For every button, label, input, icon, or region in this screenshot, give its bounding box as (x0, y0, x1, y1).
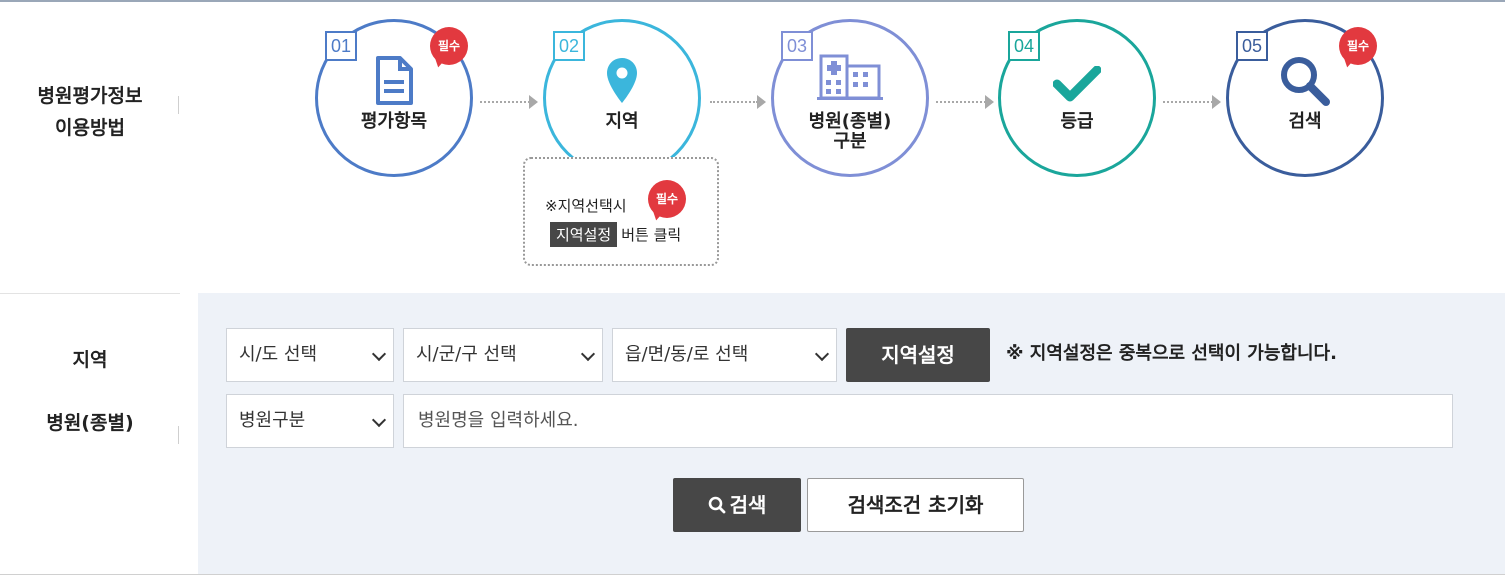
guide-title-divider (178, 96, 179, 114)
chevron-down-icon (371, 346, 387, 362)
chevron-down-icon (371, 412, 387, 428)
document-icon (374, 56, 414, 110)
chevron-down-icon (580, 346, 596, 362)
step-number: 01 (325, 31, 357, 61)
sido-select[interactable]: 시/도 선택 (226, 328, 394, 382)
step-arrow (710, 95, 766, 109)
required-badge: 필수 (1339, 27, 1377, 65)
step-number: 04 (1008, 31, 1040, 61)
search-icon (1278, 54, 1332, 112)
required-badge: 필수 (648, 180, 686, 218)
step-hospital-type: 03 병원(종별) 구분 (771, 19, 929, 177)
check-icon (1052, 65, 1102, 106)
section-divider (0, 293, 180, 294)
step-arrow (480, 95, 538, 109)
note-text: ※지역선택시 (545, 197, 627, 215)
chevron-down-icon (814, 346, 830, 362)
step-label: 평가항목 (360, 111, 428, 132)
hospital-name-input[interactable]: 병원명을 입력하세요. (403, 394, 1453, 448)
region-hint: ※ 지역설정은 중복으로 선택이 가능합니다. (1006, 343, 1337, 364)
note-instruction: 지역설정 버튼 클릭 (550, 222, 681, 247)
step-label: 지역 (605, 111, 639, 132)
eup-myeon-dong-select[interactable]: 읍/면/동/로 선택 (612, 328, 837, 382)
hospital-type-label: 병원(종별) (46, 412, 134, 434)
step-grade: 04 등급 (998, 19, 1156, 177)
step-label: 등급 (1060, 111, 1094, 132)
label-divider (178, 426, 179, 444)
step-arrow (1163, 95, 1221, 109)
note-text-rest: 버튼 클릭 (621, 226, 682, 244)
building-icon (817, 52, 883, 106)
top-divider (0, 0, 1505, 2)
step-region: 02 지역 (543, 19, 701, 177)
step-number: 05 (1236, 31, 1268, 61)
step-number: 03 (781, 31, 813, 61)
step-arrow (936, 95, 994, 109)
step-label: 병원(종별) 구분 (808, 111, 892, 152)
search-button[interactable]: 검색 (673, 478, 801, 532)
hospital-type-select[interactable]: 병원구분 (226, 394, 394, 448)
guide-title: 병원평가정보 이용방법 (37, 85, 143, 139)
reset-conditions-button[interactable]: 검색조건 초기화 (807, 478, 1024, 532)
search-icon (708, 496, 725, 514)
sigungu-select[interactable]: 시/군/구 선택 (403, 328, 603, 382)
note-region-tag: 지역설정 (550, 222, 618, 247)
location-pin-icon (605, 56, 639, 110)
required-badge: 필수 (430, 27, 468, 65)
region-label: 지역 (72, 349, 108, 371)
region-set-button[interactable]: 지역설정 (846, 328, 990, 382)
step-number: 02 (553, 31, 585, 61)
step-label: 검색 (1288, 111, 1322, 132)
region-note: ※지역선택시 지역설정 버튼 클릭 (523, 157, 719, 266)
